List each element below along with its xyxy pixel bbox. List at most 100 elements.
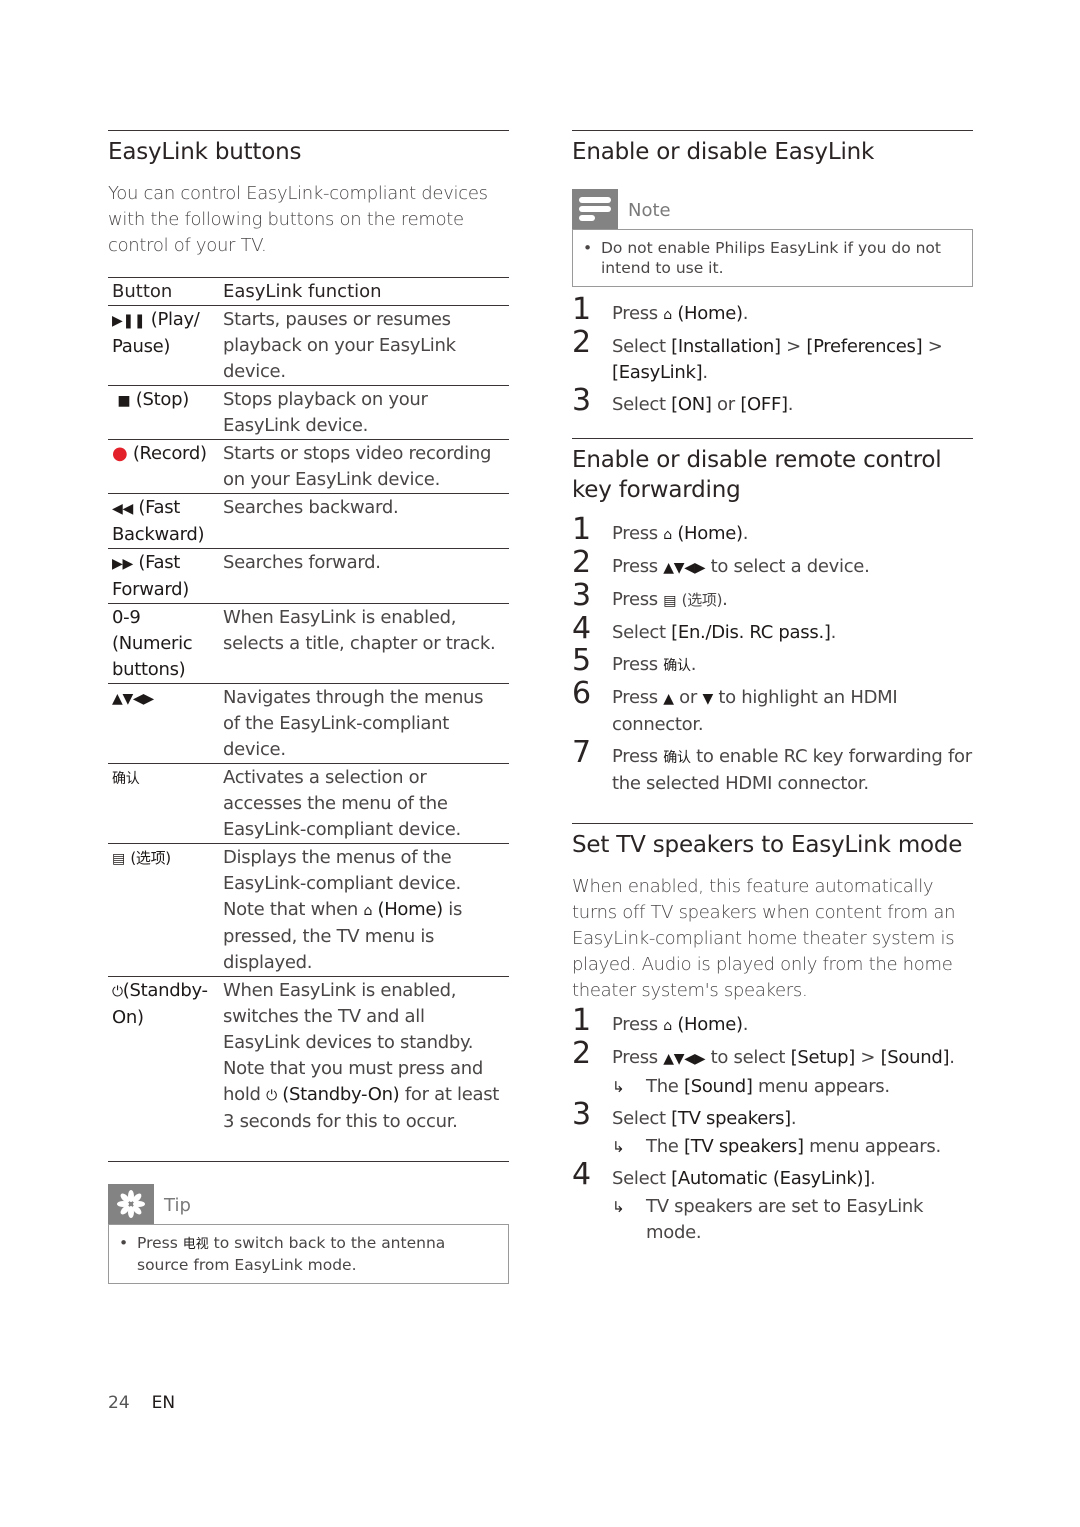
step-text: Press ▤ (选项). xyxy=(612,587,973,614)
step-key: 确认 xyxy=(663,750,691,766)
tip-key: 电视 xyxy=(182,1237,209,1252)
home-icon: ⌂ xyxy=(663,307,672,323)
button-function: Starts, pauses or resumes playback on yo… xyxy=(219,305,509,386)
step-text-part: Press xyxy=(612,589,664,610)
step-text-part: Press xyxy=(612,556,664,577)
step-item: 4 Select [En./Dis. RC pass.]. xyxy=(572,614,973,646)
step-text-part: . xyxy=(722,589,728,610)
result-arrow-icon: ↳ xyxy=(612,1198,625,1216)
table-row: ● (Record) Starts or stops video recordi… xyxy=(108,439,509,494)
language-code: EN xyxy=(151,1393,176,1413)
button-function: Searches backward. xyxy=(219,493,509,549)
step-number: 7 xyxy=(572,735,591,770)
step-text-part: . xyxy=(742,1014,749,1035)
step-key: 确认 xyxy=(663,658,691,674)
option-off: [OFF] xyxy=(740,394,788,415)
step-text-part: . xyxy=(830,622,837,643)
section-divider xyxy=(572,130,973,131)
step-text-part: Select xyxy=(612,336,672,357)
tip-label: Tip xyxy=(164,1195,191,1216)
section-title-enable-easylink: Enable or disable EasyLink xyxy=(572,139,875,165)
table-row: ▶▶ (Fast Forward) Searches forward. xyxy=(108,548,509,604)
step-text-part: Select xyxy=(612,1168,672,1189)
result-key: [Sound] xyxy=(684,1076,753,1097)
step-number: 4 xyxy=(572,611,591,646)
button-key: 确认 xyxy=(112,771,140,787)
step-text-part: . xyxy=(869,1168,876,1189)
step-item: 3 Select [TV speakers]. ↳ The [TV speaker… xyxy=(572,1100,973,1160)
home-icon: ⌂ xyxy=(363,903,373,919)
step-number: 1 xyxy=(572,512,591,547)
result-arrow-icon: ↳ xyxy=(612,1078,625,1096)
step-text-part: . xyxy=(690,654,697,675)
table-row: ⏻(Standby-On) When EasyLink is enabled, … xyxy=(108,976,509,1162)
menu-item-preferences: [Preferences] xyxy=(806,336,923,357)
step-text: Select [Automatic (EasyLink)]. ↳ TV speak… xyxy=(612,1166,973,1246)
button-key: (选项) xyxy=(130,849,171,867)
button-function: Stops playback on your EasyLink device. xyxy=(219,385,509,440)
tip-header: Tip xyxy=(108,1184,509,1224)
step-text: Press 确认. xyxy=(612,652,973,679)
step-text-part: . xyxy=(949,1047,955,1068)
step-result: ↳ TV speakers are set to EasyLink mode. xyxy=(612,1194,973,1246)
table-row: ▲▼◀▶ Navigates through the menus of the … xyxy=(108,683,509,764)
bullet: • xyxy=(119,1234,129,1252)
step-number: 5 xyxy=(572,643,591,678)
step-item: 2 Select [Installation] > [Preferences] … xyxy=(572,328,973,386)
right-column: Enable or disable EasyLink Note • Do not… xyxy=(572,130,973,1252)
table-row: ▤ (选项) Displays the menus of the EasyLin… xyxy=(108,843,509,977)
function-key: (Standby-On) xyxy=(282,1084,400,1105)
step-item: 3 Press ▤ (选项). xyxy=(572,581,973,614)
step-text-part: Select xyxy=(612,622,672,643)
tip-text: Press 电视 to switch back to the antenna s… xyxy=(137,1233,498,1275)
step-text-part: . xyxy=(702,362,708,383)
step-text: Press ⌂ (Home). xyxy=(612,301,973,328)
home-icon: ⌂ xyxy=(663,527,672,543)
stop-icon: ■ xyxy=(117,393,131,409)
step-text-part: Select xyxy=(612,1108,672,1129)
step-item: 7 Press 确认 to enable RC key forwarding f… xyxy=(572,738,973,797)
step-text: Select [Installation] > [Preferences] > … xyxy=(612,334,973,386)
column-header-function: EasyLink function xyxy=(219,277,509,306)
section-divider xyxy=(108,130,509,131)
menu-item-setup: [Setup] xyxy=(790,1047,856,1068)
table-row: ■ (Stop) Stops playback on your EasyLink… xyxy=(108,385,509,440)
button-function: Displays the menus of the EasyLink-compl… xyxy=(219,843,509,977)
result-text-part: The xyxy=(646,1076,684,1097)
button-function: Activates a selection or accesses the me… xyxy=(219,763,509,844)
table-row: ▶❚❚ (Play/ Pause) Starts, pauses or resu… xyxy=(108,305,509,386)
step-item: 3 Select [ON] or [OFF]. xyxy=(572,386,973,418)
result-key: [TV speakers] xyxy=(684,1136,804,1157)
step-text-part: Press xyxy=(612,523,664,544)
step-number: 1 xyxy=(572,292,591,327)
step-item: 2 Press ▲▼◀▶ to select a device. xyxy=(572,548,973,581)
step-item: 1 Press ⌂ (Home). xyxy=(572,1006,973,1039)
result-text-part: menu appears. xyxy=(803,1136,941,1157)
step-number: 3 xyxy=(572,1097,591,1132)
up-arrow-icon: ▲ xyxy=(663,691,674,707)
power-icon: ⏻ xyxy=(266,1088,277,1104)
step-number: 3 xyxy=(572,383,591,418)
step-item: 1 Press ⌂ (Home). xyxy=(572,515,973,548)
easylink-buttons-table: Button EasyLink function ▶❚❚ (Play/ Paus… xyxy=(108,277,509,1162)
menu-item-automatic-easylink: [Automatic (EasyLink)] xyxy=(671,1168,870,1189)
page-footer: 24 EN xyxy=(108,1393,175,1413)
step-number: 2 xyxy=(572,325,591,360)
step-text-part: > xyxy=(922,336,943,357)
step-text-part: Press xyxy=(612,687,664,708)
button-function: Navigates through the menus of the EasyL… xyxy=(219,683,509,764)
options-icon: ▤ xyxy=(112,851,125,867)
speakers-intro: When enabled, this feature automatically… xyxy=(572,876,956,1001)
menu-item-sound: [Sound] xyxy=(880,1047,950,1068)
navigation-arrows-icon: ▲▼◀▶ xyxy=(663,1051,706,1067)
note-body: • Do not enable Philips EasyLink if you … xyxy=(572,229,973,287)
step-text-part: or xyxy=(673,687,703,708)
table-row: 确认 Activates a selection or accesses the… xyxy=(108,763,509,844)
section-divider xyxy=(572,823,973,824)
button-function: Starts or stops video recording on your … xyxy=(219,439,509,494)
step-text-part: to select a device. xyxy=(705,556,870,577)
section-title-rc-forwarding: Enable or disable remote control key for… xyxy=(572,447,942,503)
home-icon: ⌂ xyxy=(663,1018,672,1034)
bullet: • xyxy=(583,239,593,257)
button-key: (Record) xyxy=(132,443,207,464)
